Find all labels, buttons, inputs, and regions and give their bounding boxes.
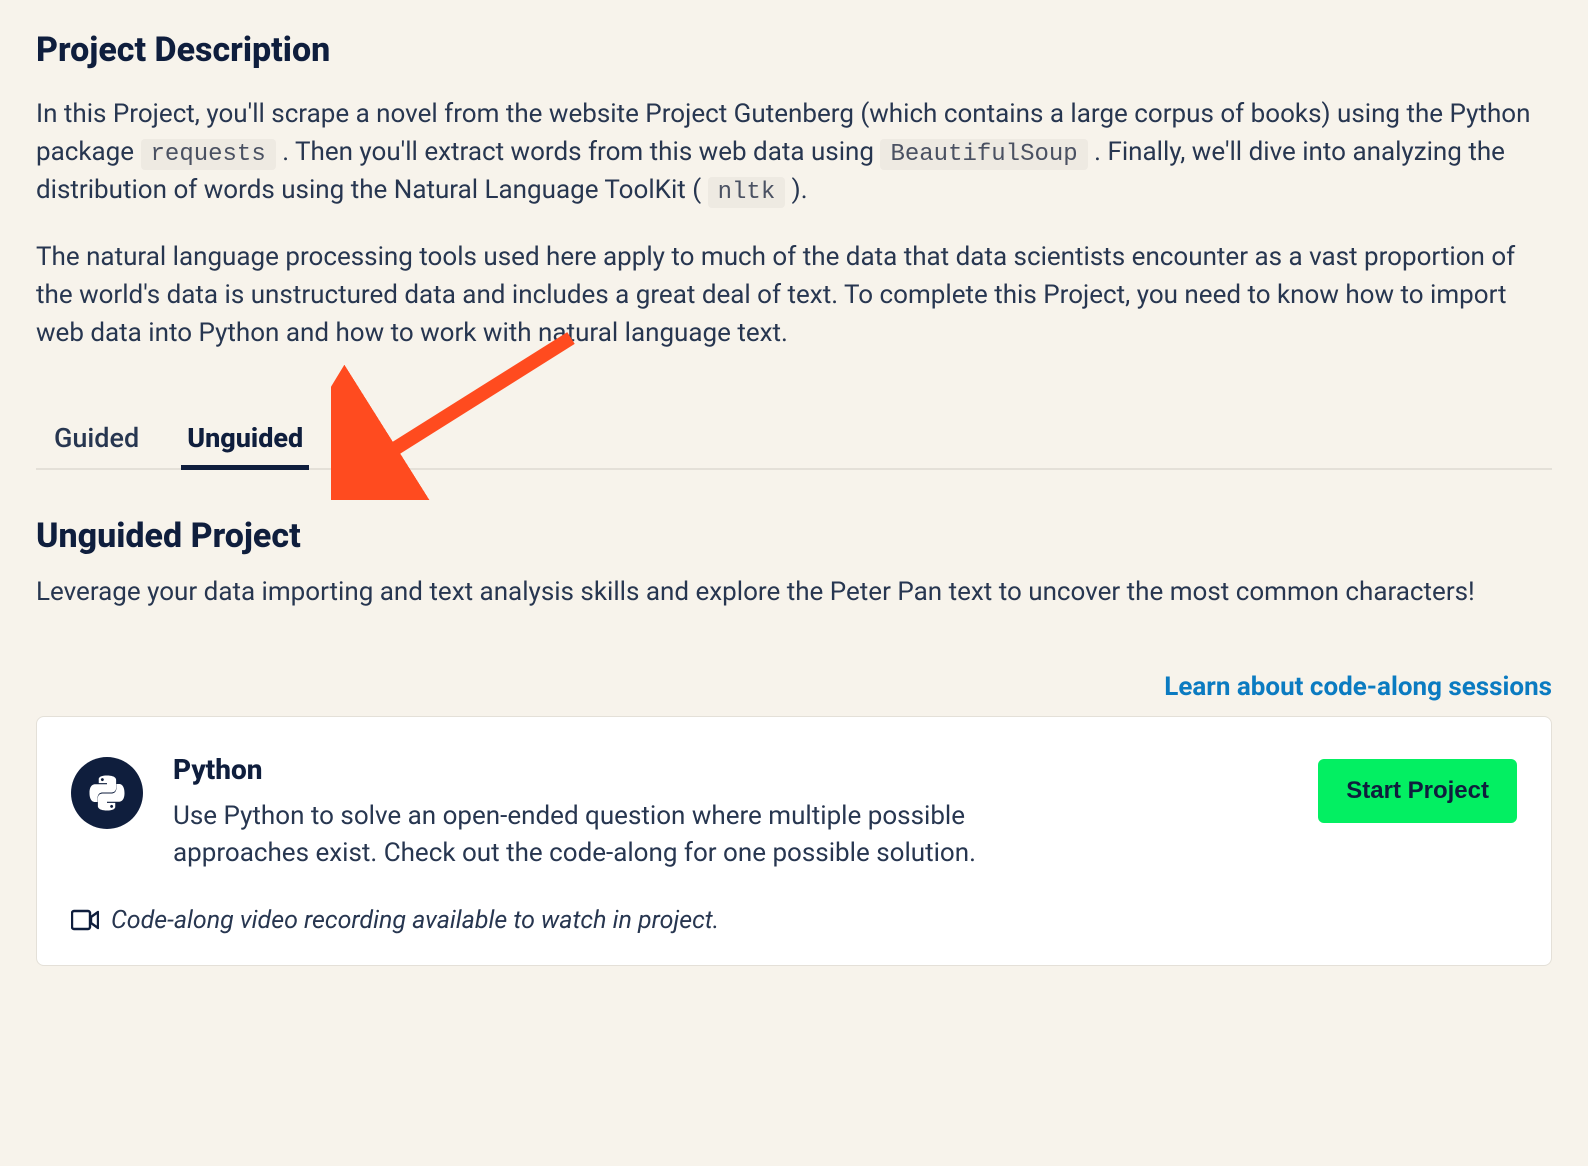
project-card: Python Use Python to solve an open-ended… — [36, 716, 1552, 966]
card-text-block: Python Use Python to solve an open-ended… — [173, 753, 1288, 872]
para1-suffix: ). — [792, 175, 808, 205]
link-row: Learn about code-along sessions — [36, 672, 1552, 702]
unguided-title: Unguided Project — [36, 516, 1552, 556]
arrow-annotation-icon — [331, 330, 611, 500]
footnote-text: Code-along video recording available to … — [111, 906, 719, 935]
description-paragraph-1: In this Project, you'll scrape a novel f… — [36, 96, 1552, 211]
tabs-container: Guided Unguided — [36, 412, 1552, 470]
unguided-paragraph: Leverage your data importing and text an… — [36, 574, 1552, 612]
video-icon — [71, 909, 99, 931]
para1-mid: . Then you'll extract words from this we… — [282, 137, 880, 167]
card-language-desc: Use Python to solve an open-ended questi… — [173, 798, 993, 872]
card-footnote: Code-along video recording available to … — [71, 906, 1517, 935]
tab-guided[interactable]: Guided — [48, 412, 145, 468]
code-chip-beautifulsoup: BeautifulSoup — [880, 139, 1087, 170]
python-icon — [71, 757, 143, 829]
tab-unguided[interactable]: Unguided — [181, 412, 309, 468]
description-paragraph-2: The natural language processing tools us… — [36, 239, 1552, 352]
code-chip-nltk: nltk — [708, 177, 786, 208]
section-title: Project Description — [36, 30, 1552, 70]
card-top-row: Python Use Python to solve an open-ended… — [71, 753, 1517, 872]
start-project-button[interactable]: Start Project — [1318, 759, 1517, 823]
card-language-title: Python — [173, 753, 1288, 786]
code-chip-requests: requests — [141, 139, 276, 170]
learn-sessions-link[interactable]: Learn about code-along sessions — [1164, 672, 1552, 702]
